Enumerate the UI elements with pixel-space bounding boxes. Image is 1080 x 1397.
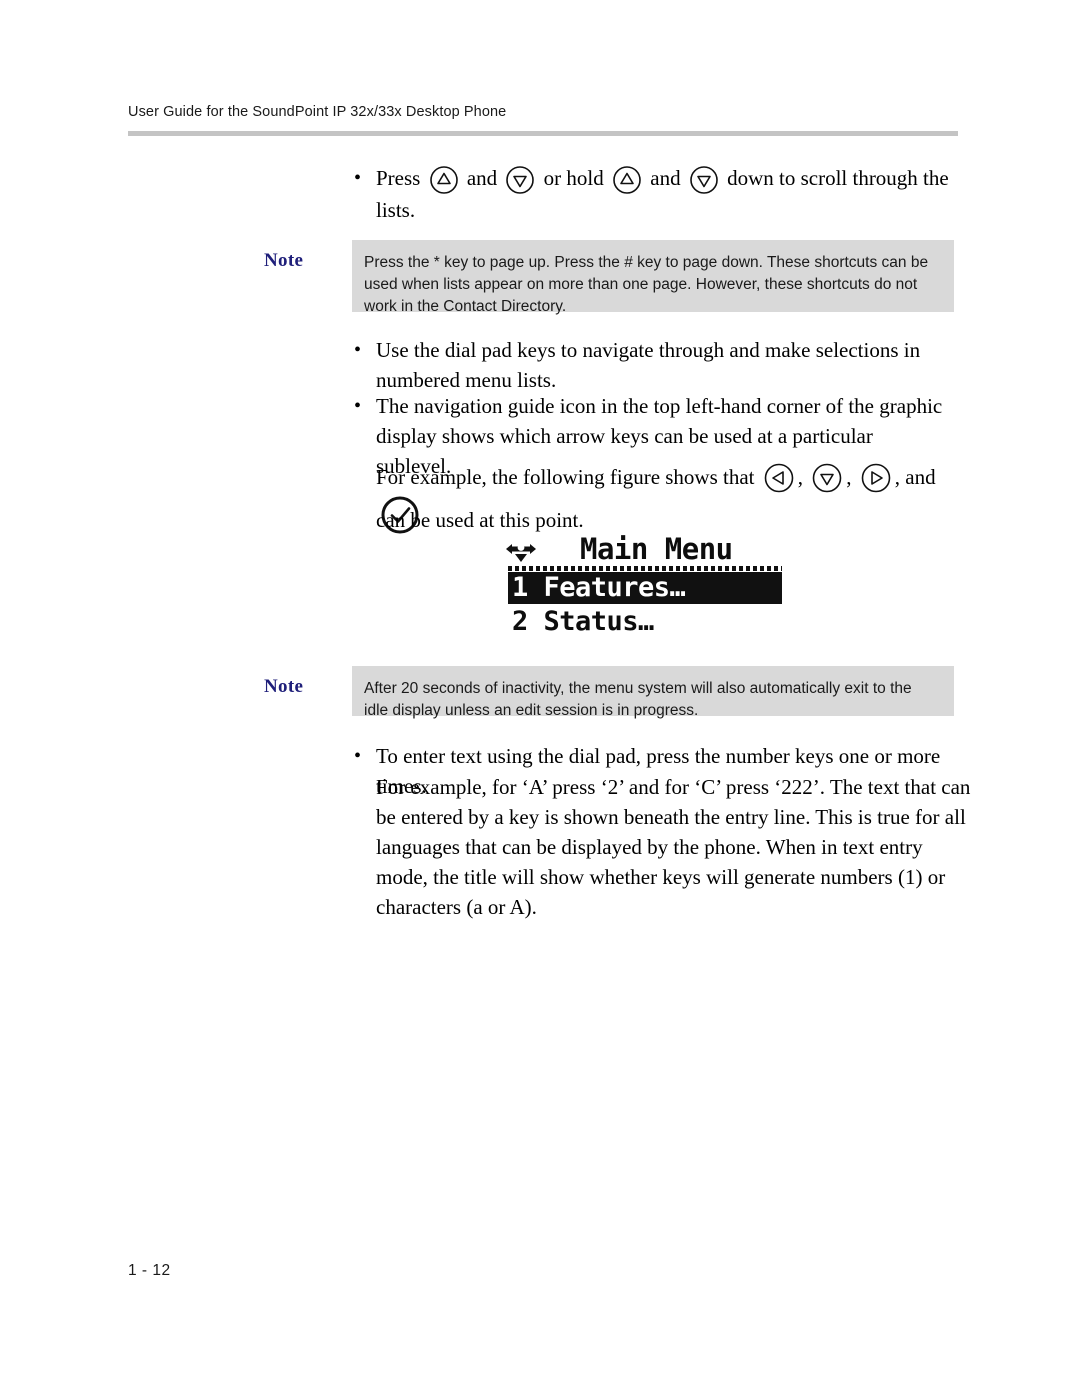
lcd-menu-item-features[interactable]: 1 Features… bbox=[508, 572, 782, 604]
note-block-shortcuts: Note Press the * key to page up. Press t… bbox=[264, 240, 954, 315]
bullet-marker: • bbox=[354, 167, 362, 189]
down-arrow-key-icon-3 bbox=[811, 462, 843, 494]
bullet-marker: • bbox=[354, 395, 362, 417]
lcd-title-row: Main Menu bbox=[500, 532, 790, 570]
lcd-separator-line bbox=[508, 566, 782, 571]
bullet-marker: • bbox=[354, 745, 362, 767]
example-sep-3: , and bbox=[894, 465, 936, 489]
note-box-shortcuts: Press the * key to page up. Press the # … bbox=[352, 240, 954, 315]
bullet-scroll-keys-text: Press and or hold and down to scroll thr… bbox=[376, 163, 968, 225]
down-arrow-key-icon bbox=[505, 165, 535, 195]
example-sep-2: , bbox=[846, 465, 852, 489]
bullet-dial-pad-text: Use the dial pad keys to navigate throug… bbox=[376, 338, 921, 392]
lcd-menu-item-status[interactable]: 2 Status… bbox=[508, 606, 782, 638]
bullet-dial-pad: • Use the dial pad keys to navigate thro… bbox=[348, 335, 928, 395]
left-arrow-key-icon bbox=[763, 462, 795, 494]
bullet-scroll-keys: • Press and or hold and down to scroll t… bbox=[348, 163, 968, 225]
lcd-title-text: Main Menu bbox=[580, 532, 733, 566]
page-header: User Guide for the SoundPoint IP 32x/33x… bbox=[128, 104, 958, 120]
note-text-shortcuts: Press the * key to page up. Press the # … bbox=[364, 254, 929, 315]
down-arrow-key-icon-2 bbox=[689, 165, 719, 195]
note-label: Note bbox=[264, 250, 304, 271]
running-header-title: User Guide for the SoundPoint IP 32x/33x… bbox=[128, 104, 507, 120]
page-number-footer: 1 - 12 bbox=[128, 1262, 171, 1279]
up-arrow-key-icon bbox=[429, 165, 459, 195]
example-paragraph-line-2: can be used at this point. bbox=[376, 508, 584, 532]
scroll-text-or-hold: or hold bbox=[543, 166, 604, 190]
up-arrow-key-icon-2 bbox=[612, 165, 642, 195]
scroll-text-and-1: and bbox=[466, 166, 498, 190]
scroll-text-and-2: and bbox=[650, 166, 681, 190]
header-divider-rule bbox=[128, 131, 958, 136]
bullet-text-entry-line-2: For example, for ‘A’ press ‘2’ and for ‘… bbox=[376, 775, 971, 919]
scroll-text-press: Press bbox=[376, 166, 421, 190]
note-label-2: Note bbox=[264, 676, 304, 697]
example-lead-text: For example, the following figure shows … bbox=[376, 465, 755, 489]
note-block-timeout: Note After 20 seconds of inactivity, the… bbox=[264, 666, 954, 719]
example-sep-1: , bbox=[797, 465, 804, 489]
note-box-timeout: After 20 seconds of inactivity, the menu… bbox=[352, 666, 954, 719]
bullet-marker: • bbox=[354, 339, 362, 361]
phone-lcd-display-figure: Main Menu 1 Features… 2 Status… bbox=[500, 532, 790, 644]
note-text-timeout: After 20 seconds of inactivity, the menu… bbox=[364, 680, 912, 719]
right-arrow-key-icon bbox=[860, 462, 892, 494]
